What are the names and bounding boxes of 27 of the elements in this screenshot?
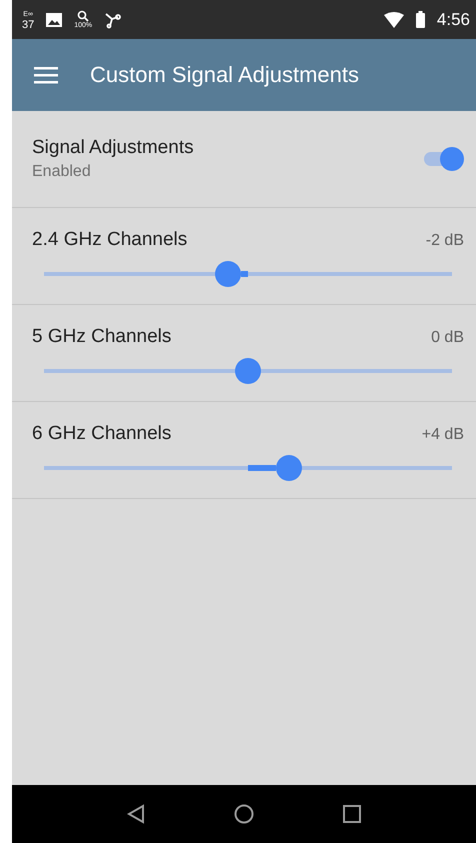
image-icon (46, 12, 62, 26)
recents-icon[interactable] (343, 805, 362, 823)
slider-thumb[interactable] (214, 261, 241, 287)
slider-reading: 0 dB (431, 329, 464, 347)
battery-icon (416, 11, 425, 28)
back-icon[interactable] (126, 804, 145, 824)
channel-label: 2.4 GHz Channels (32, 229, 188, 251)
menu-icon[interactable] (34, 66, 58, 84)
notification-count: 37 (22, 20, 34, 30)
wifi-icon (384, 12, 404, 28)
channel-label: 6 GHz Channels (32, 423, 172, 445)
slider-reading: +4 dB (422, 426, 464, 444)
setting-label: Signal Adjustments (32, 137, 194, 159)
setting-summary: Enabled (32, 163, 92, 181)
channel-slider[interactable] (44, 259, 452, 289)
channel-label: 5 GHz Channels (32, 326, 172, 348)
slider-thumb[interactable] (276, 455, 302, 481)
channel-slider[interactable] (44, 356, 452, 386)
screen-title: Custom Signal Adjustments (90, 62, 360, 88)
clock: 4:56 (436, 10, 470, 30)
slider-fill (248, 465, 276, 471)
channel-slider[interactable] (44, 453, 452, 483)
slider-fill (240, 271, 248, 277)
slider-reading: -2 dB (426, 232, 464, 250)
home-icon[interactable] (234, 804, 254, 824)
network-icon (104, 10, 122, 28)
slider-thumb[interactable] (235, 358, 261, 384)
